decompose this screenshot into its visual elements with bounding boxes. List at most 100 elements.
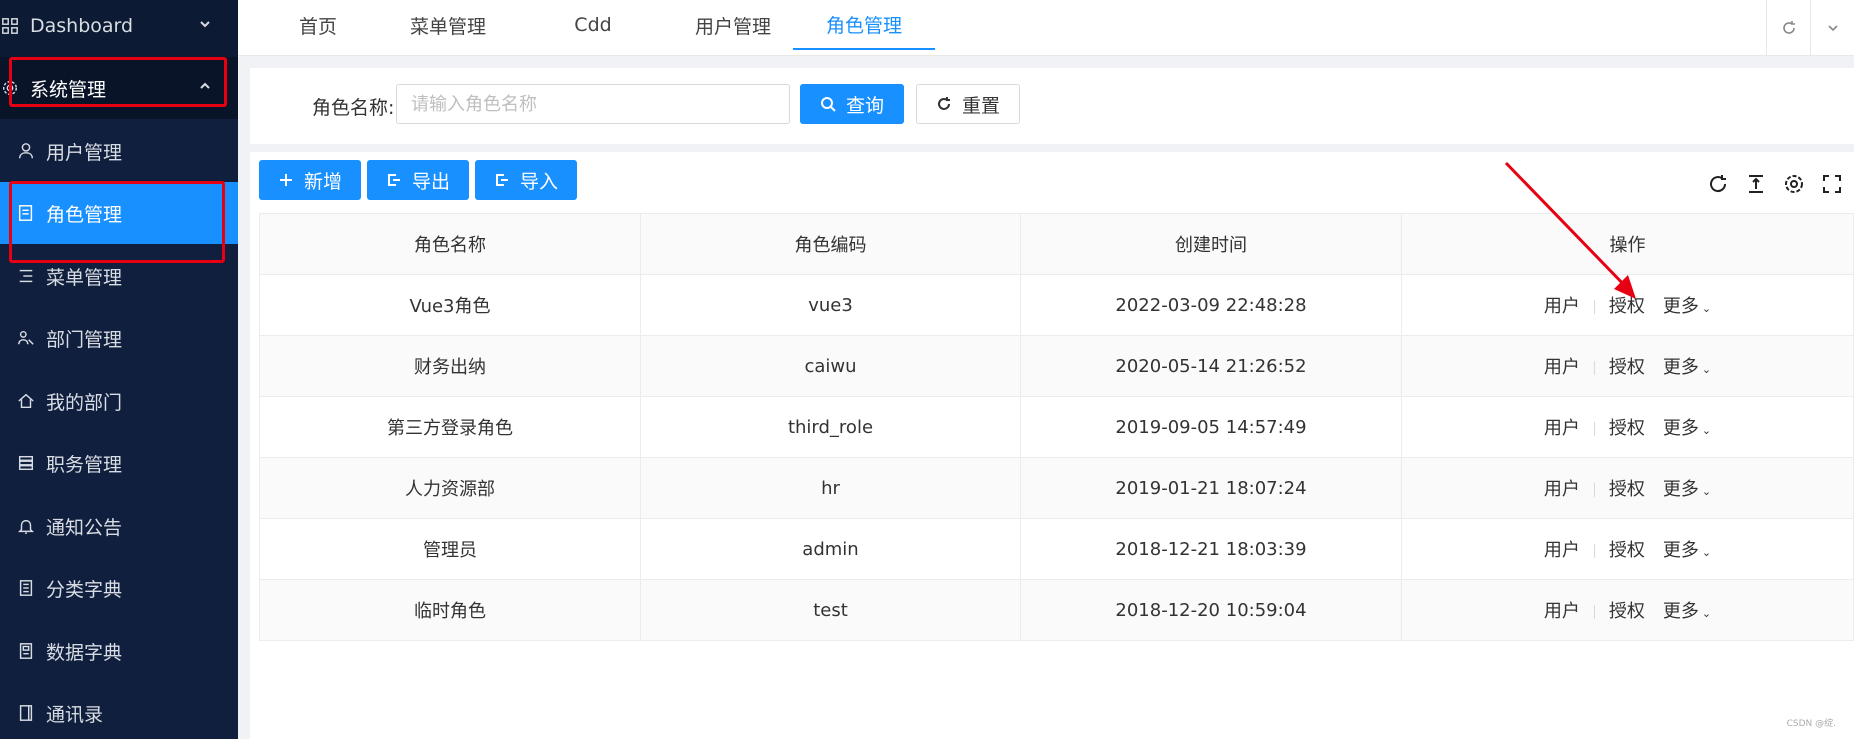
reset-button[interactable]: 重置 — [916, 84, 1020, 124]
auth-link[interactable]: 授权 — [1609, 353, 1645, 379]
refresh-icon[interactable] — [1706, 172, 1730, 196]
tab-bar: 首页 菜单管理 Cdd 用户管理 角色管理 — [238, 0, 1854, 56]
sidebar-item-label: 数据字典 — [46, 641, 123, 664]
server-icon — [16, 453, 36, 473]
table-tools — [1706, 172, 1844, 196]
sidebar-system[interactable]: 系统管理 — [0, 57, 238, 119]
tab-cdd[interactable]: Cdd — [538, 0, 648, 50]
sidebar-item-menu[interactable]: 菜单管理 — [0, 245, 238, 307]
dept-icon — [16, 328, 36, 348]
reload-icon[interactable] — [1766, 0, 1810, 56]
cell-role-code: vue3 — [640, 274, 1021, 336]
density-icon[interactable] — [1744, 172, 1768, 196]
auth-link[interactable]: 授权 — [1609, 536, 1645, 562]
more-dropdown[interactable]: 更多 ⌄ — [1663, 536, 1711, 562]
sidebar-item-notice[interactable]: 通知公告 — [0, 495, 238, 557]
chevron-down-icon: ⌄ — [1701, 424, 1712, 437]
table-row: 管理员 admin 2018-12-21 18:03:39 用户 授权 更多 ⌄ — [259, 518, 1854, 580]
sidebar-item-label: 我的部门 — [46, 391, 123, 414]
sidebar-item-label: 角色管理 — [46, 203, 123, 226]
cell-role-name: 人力资源部 — [259, 457, 641, 519]
book-icon — [16, 578, 36, 598]
sidebar-item-role[interactable]: 角色管理 — [0, 182, 238, 244]
role-name-input[interactable] — [396, 84, 790, 124]
search-panel: 角色名称: 查询 重置 — [250, 68, 1854, 144]
sidebar-item-category[interactable]: 分类字典 — [0, 557, 238, 619]
tab-actions — [1766, 0, 1854, 56]
query-button[interactable]: 查询 — [800, 84, 904, 124]
sidebar-item-user[interactable]: 用户管理 — [0, 120, 238, 182]
sidebar-item-dept[interactable]: 部门管理 — [0, 307, 238, 369]
cell-actions: 用户 授权 更多 ⌄ — [1401, 274, 1854, 336]
auth-link[interactable]: 授权 — [1609, 414, 1645, 440]
auth-link[interactable]: 授权 — [1609, 475, 1645, 501]
import-button[interactable]: 导入 — [475, 160, 577, 200]
sidebar-item-label: 通讯录 — [46, 703, 104, 726]
reset-icon — [938, 97, 950, 110]
col-role-name[interactable]: 角色名称 — [259, 213, 641, 275]
more-dropdown[interactable]: 更多 ⌄ — [1663, 597, 1711, 623]
sidebar-item-dict[interactable]: 数据字典 — [0, 620, 238, 682]
more-dropdown[interactable]: 更多 ⌄ — [1663, 353, 1711, 379]
more-link: 更多 — [1662, 601, 1699, 622]
add-button[interactable]: 新增 — [259, 160, 361, 200]
tab-home[interactable]: 首页 — [278, 0, 358, 50]
sidebar-item-position[interactable]: 职务管理 — [0, 432, 238, 494]
col-created-time[interactable]: 创建时间 — [1020, 213, 1402, 275]
more-dropdown[interactable]: 更多 ⌄ — [1663, 475, 1711, 501]
sidebar-dashboard-label: Dashboard — [30, 15, 134, 37]
fullscreen-icon[interactable] — [1820, 172, 1844, 196]
cell-role-code: admin — [640, 518, 1021, 580]
plus-icon — [279, 174, 292, 186]
cell-created-time: 2019-01-21 18:07:24 — [1020, 457, 1402, 519]
cell-created-time: 2020-05-14 21:26:52 — [1020, 335, 1402, 397]
user-link[interactable]: 用户 — [1544, 292, 1580, 318]
auth-link[interactable]: 授权 — [1609, 292, 1645, 318]
table-row: 财务出纳 caiwu 2020-05-14 21:26:52 用户 授权 更多 ⌄ — [259, 335, 1854, 397]
sidebar-item-mydept[interactable]: 我的部门 — [0, 370, 238, 432]
sidebar-item-contacts[interactable]: 通讯录 — [0, 682, 238, 739]
sidebar-item-label: 分类字典 — [46, 578, 123, 601]
sidebar-item-label: 菜单管理 — [46, 266, 123, 289]
home-icon — [16, 391, 36, 411]
chevron-down-icon[interactable] — [1810, 0, 1854, 56]
role-table: 角色名称 角色编码 创建时间 操作 Vue3角色 vue3 2022-03-09 2… — [259, 213, 1854, 641]
divider — [1593, 544, 1595, 558]
cell-role-code: hr — [640, 457, 1021, 519]
reset-button-label: 重置 — [961, 94, 1000, 117]
more-dropdown[interactable]: 更多 ⌄ — [1663, 414, 1711, 440]
table-row: 第三方登录角色 third_role 2019-09-05 14:57:49 用户 授权… — [259, 396, 1854, 458]
cell-actions: 用户 授权 更多 ⌄ — [1401, 518, 1854, 580]
cell-created-time: 2018-12-20 10:59:04 — [1020, 579, 1402, 641]
more-link: 更多 — [1662, 479, 1699, 500]
chevron-down-icon: ⌄ — [1701, 302, 1712, 315]
cell-created-time: 2018-12-21 18:03:39 — [1020, 518, 1402, 580]
col-role-code[interactable]: 角色编码 — [640, 213, 1021, 275]
dict-icon — [16, 641, 36, 661]
more-link: 更多 — [1662, 357, 1699, 378]
auth-link[interactable]: 授权 — [1609, 597, 1645, 623]
tab-user[interactable]: 用户管理 — [658, 0, 808, 50]
table-header: 角色名称 角色编码 创建时间 操作 — [259, 213, 1854, 275]
export-button[interactable]: 导出 — [367, 160, 469, 200]
query-button-label: 查询 — [845, 94, 884, 117]
user-link[interactable]: 用户 — [1544, 597, 1580, 623]
cell-created-time: 2019-09-05 14:57:49 — [1020, 396, 1402, 458]
import-icon — [495, 174, 508, 186]
gear-icon[interactable] — [1782, 172, 1806, 196]
tab-role[interactable]: 角色管理 — [793, 0, 935, 50]
user-link[interactable]: 用户 — [1544, 353, 1580, 379]
cell-role-code: caiwu — [640, 335, 1021, 397]
bell-icon — [16, 516, 36, 536]
sidebar: Dashboard 系统管理 用户管理 角色管理 菜单管理 部门管理 我的部门 … — [0, 0, 238, 739]
tab-menu[interactable]: 菜单管理 — [388, 0, 508, 50]
chevron-down-icon: ⌄ — [1701, 485, 1712, 498]
more-dropdown[interactable]: 更多 ⌄ — [1663, 292, 1711, 318]
contacts-icon — [16, 703, 36, 723]
user-link[interactable]: 用户 — [1544, 536, 1580, 562]
user-link[interactable]: 用户 — [1544, 475, 1580, 501]
sidebar-dashboard[interactable]: Dashboard — [0, 0, 238, 57]
divider — [1593, 361, 1595, 375]
search-icon — [820, 97, 836, 112]
user-link[interactable]: 用户 — [1544, 414, 1580, 440]
